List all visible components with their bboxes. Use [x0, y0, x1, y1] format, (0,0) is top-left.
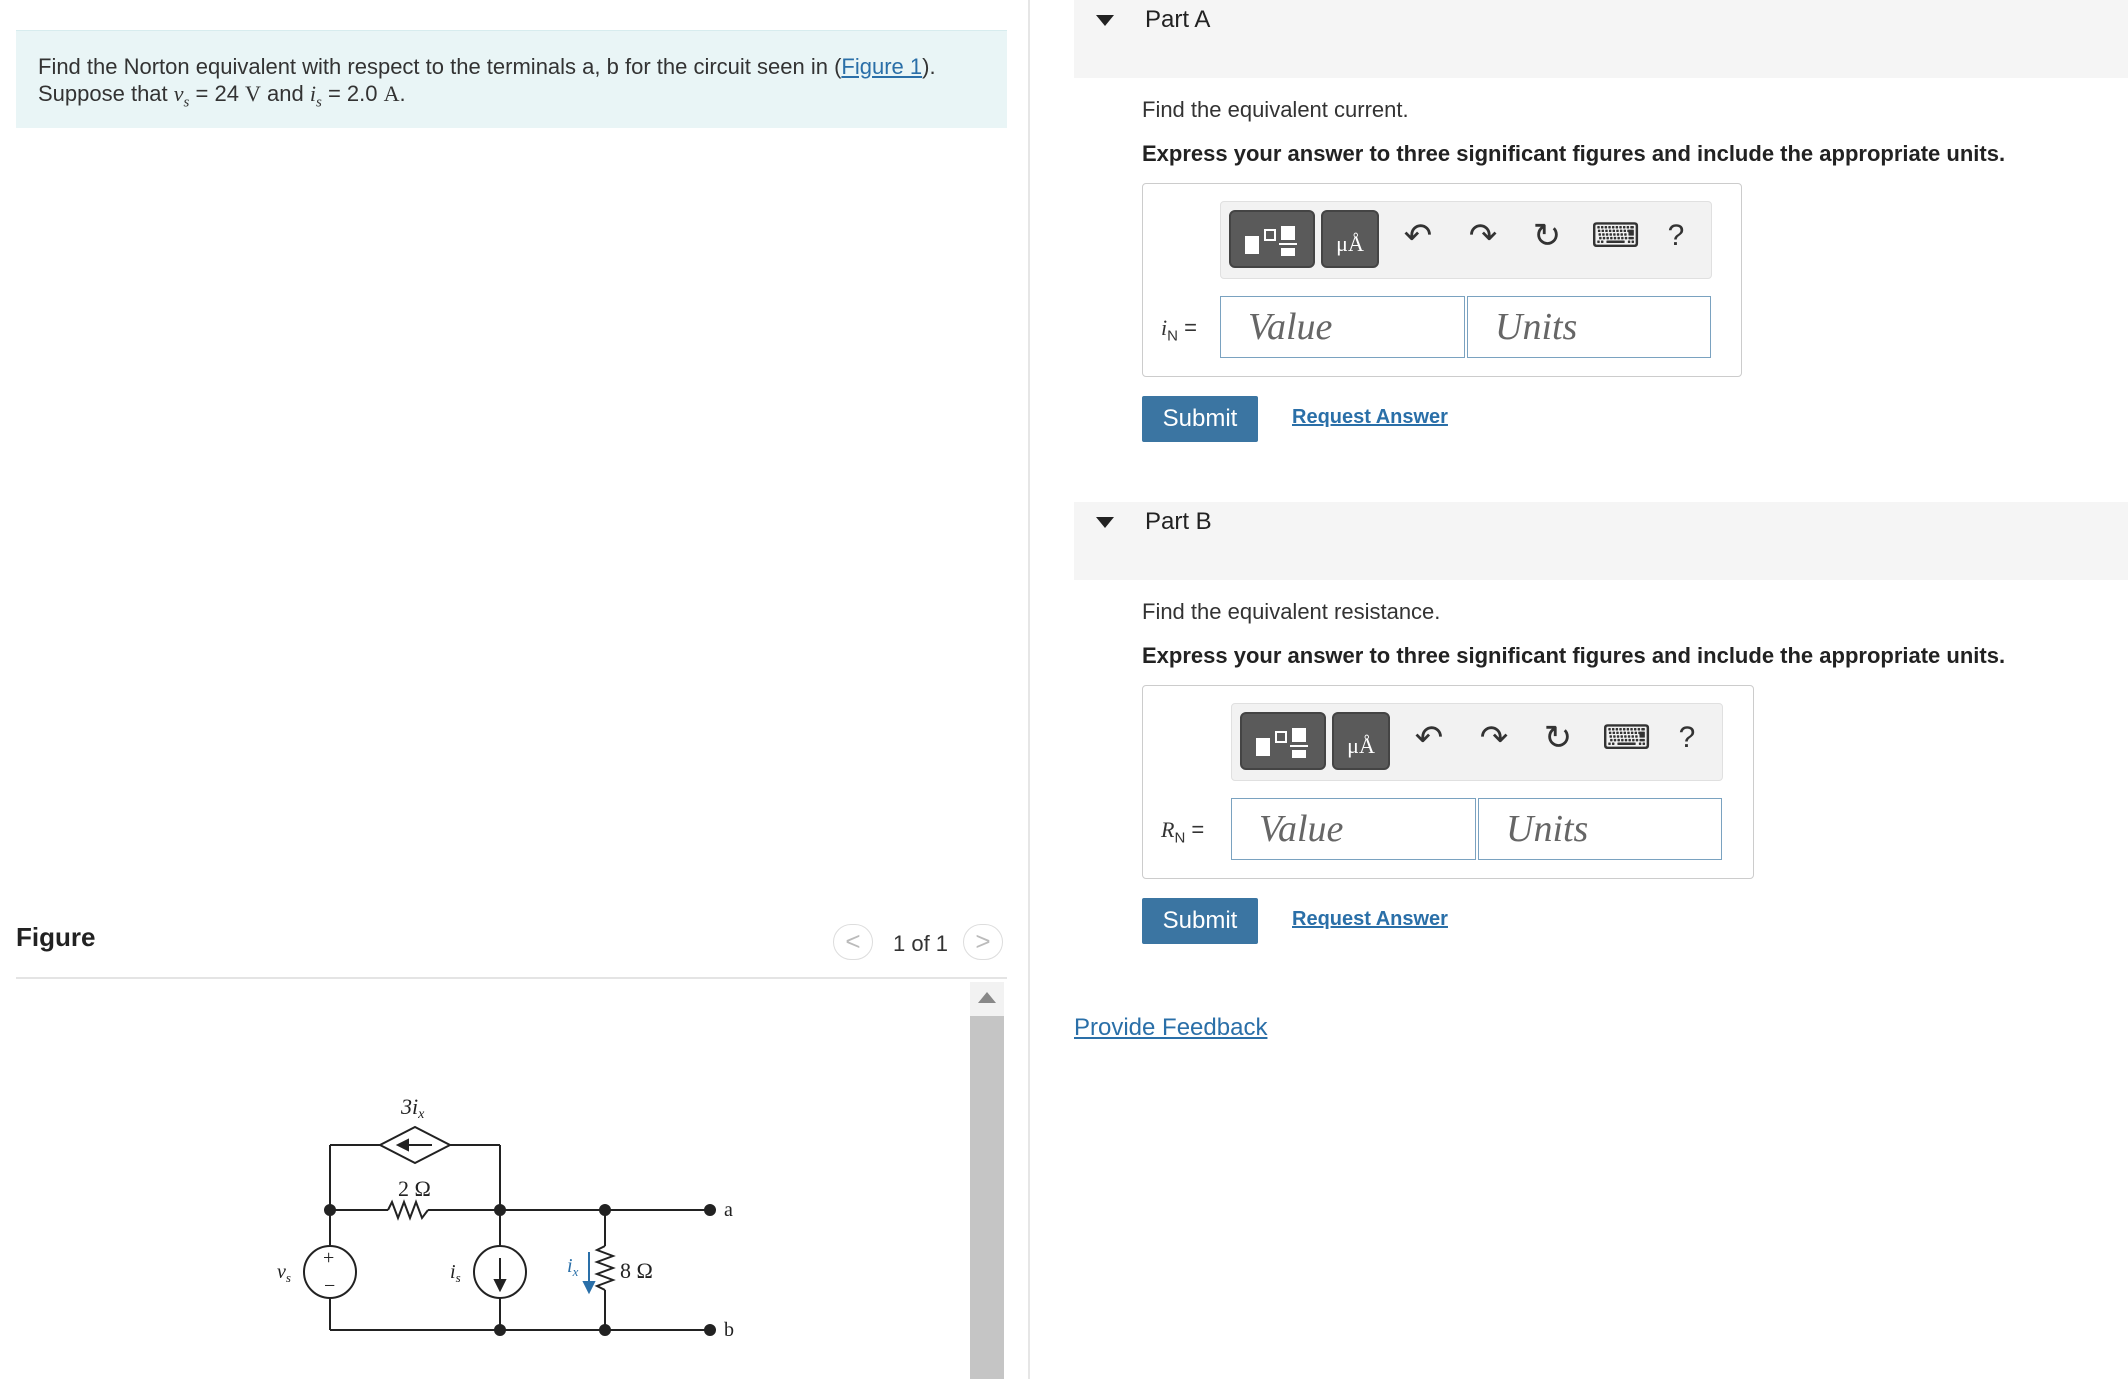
- scroll-up-arrow-icon[interactable]: [978, 992, 996, 1003]
- vs-symbol: v: [173, 81, 184, 106]
- units-input[interactable]: Units: [1467, 296, 1711, 358]
- end-text: .: [399, 81, 406, 106]
- value-input[interactable]: Value: [1231, 798, 1476, 860]
- resistor-8ohm: [594, 1245, 616, 1291]
- collapse-caret-icon[interactable]: [1096, 517, 1114, 528]
- value-input[interactable]: Value: [1220, 296, 1465, 358]
- var-symbol: R: [1161, 817, 1175, 842]
- figure-scrollbar-thumb[interactable]: [970, 1016, 1004, 1379]
- part-b-submit-button[interactable]: Submit: [1142, 898, 1258, 944]
- r1-label: 2 Ω: [398, 1176, 431, 1201]
- reset-icon[interactable]: ↻: [1538, 718, 1578, 758]
- help-icon[interactable]: ?: [1656, 216, 1696, 256]
- var-sub: N: [1174, 829, 1186, 847]
- part-b-answer-box: μÅ ↶ ↷ ↻ ⌨ ? RN = Value Units: [1142, 685, 1754, 879]
- terminal-b-label: b: [724, 1319, 734, 1341]
- in-label: iN =: [1161, 315, 1197, 344]
- r2-label: 8 Ω: [620, 1258, 653, 1283]
- node-dot: [599, 1204, 611, 1216]
- math-toolbar: μÅ ↶ ↷ ↻ ⌨ ?: [1220, 201, 1712, 279]
- undo-icon[interactable]: ↶: [1409, 718, 1449, 758]
- part-a-title: Part A: [1145, 6, 1211, 33]
- undo-icon[interactable]: ↶: [1398, 216, 1438, 256]
- circuit-diagram: 3ix 2 Ω vs + − is ix 8 Ω a b: [277, 1094, 734, 1341]
- resistor-2ohm: [387, 1199, 429, 1221]
- redo-icon[interactable]: ↷: [1463, 216, 1503, 256]
- is-label: is: [450, 1261, 461, 1285]
- plus-label: +: [323, 1247, 334, 1269]
- var-sub: N: [1167, 327, 1178, 345]
- node-dot: [599, 1324, 611, 1336]
- provide-feedback-link[interactable]: Provide Feedback: [1074, 1014, 1267, 1042]
- problem-line2: Suppose that: [38, 81, 174, 106]
- terminal-b-dot: [704, 1324, 716, 1336]
- prev-figure-button[interactable]: <: [833, 924, 873, 960]
- units-input[interactable]: Units: [1478, 798, 1722, 860]
- equals-sign: =: [1185, 817, 1205, 842]
- problem-text-end: ).: [922, 54, 936, 79]
- help-icon[interactable]: ?: [1667, 718, 1707, 758]
- keyboard-icon[interactable]: ⌨: [1591, 216, 1640, 256]
- ix-label: ix: [567, 1255, 579, 1279]
- part-b-request-answer-link[interactable]: Request Answer: [1292, 908, 1448, 931]
- is-unit: A: [383, 81, 400, 106]
- part-a-request-answer-link[interactable]: Request Answer: [1292, 406, 1448, 429]
- part-a-header[interactable]: Part A: [1074, 0, 2128, 78]
- figure-divider: [16, 977, 1007, 979]
- dep-arrowhead: [395, 1138, 409, 1152]
- part-b-question: Find the equivalent resistance.: [1142, 599, 1441, 624]
- templates-button[interactable]: [1240, 712, 1326, 770]
- math-toolbar: μÅ ↶ ↷ ↻ ⌨ ?: [1231, 703, 1723, 781]
- node-dot: [494, 1204, 506, 1216]
- collapse-caret-icon[interactable]: [1096, 15, 1114, 26]
- units-button[interactable]: μÅ: [1321, 210, 1379, 268]
- problem-text: Find the Norton equivalent with respect …: [38, 54, 842, 79]
- figure-pager-text: 1 of 1: [893, 931, 949, 956]
- problem-statement: Find the Norton equivalent with respect …: [16, 30, 1007, 128]
- redo-icon[interactable]: ↷: [1474, 718, 1514, 758]
- part-a-submit-button[interactable]: Submit: [1142, 396, 1258, 442]
- part-b-title: Part B: [1145, 508, 1212, 535]
- keyboard-icon[interactable]: ⌨: [1602, 718, 1651, 758]
- equals-sign: =: [1177, 315, 1197, 340]
- terminal-a-label: a: [724, 1199, 733, 1221]
- vs-unit: V: [245, 81, 261, 106]
- minus-label: −: [324, 1275, 335, 1297]
- part-a-instruction: Express your answer to three significant…: [1142, 141, 2006, 166]
- reset-icon[interactable]: ↻: [1527, 216, 1567, 256]
- part-b-instruction: Express your answer to three significant…: [1142, 643, 2006, 668]
- is-arrowhead: [493, 1279, 507, 1293]
- dep-source-label: 3ix: [400, 1094, 425, 1122]
- vs-label: vs: [277, 1261, 291, 1285]
- templates-button[interactable]: [1229, 210, 1315, 268]
- is-value: = 2.0: [321, 81, 384, 106]
- pane-divider: [1028, 0, 1030, 1379]
- vs-value: = 24: [189, 81, 246, 106]
- part-a-answer-box: μÅ ↶ ↷ ↻ ⌨ ? iN = Value Units: [1142, 183, 1742, 377]
- terminal-a-dot: [704, 1204, 716, 1216]
- templates-icon: [1245, 226, 1297, 256]
- figure-link[interactable]: Figure 1: [841, 54, 922, 79]
- ix-arrowhead: [582, 1281, 596, 1295]
- figure-title: Figure: [16, 922, 96, 952]
- templates-icon: [1256, 728, 1308, 758]
- units-button[interactable]: μÅ: [1332, 712, 1390, 770]
- and-text: and: [260, 81, 310, 106]
- part-b-header[interactable]: Part B: [1074, 502, 2128, 580]
- part-a-question: Find the equivalent current.: [1142, 97, 1409, 122]
- rn-label: RN =: [1161, 817, 1204, 846]
- node-dot: [324, 1204, 336, 1216]
- node-dot: [494, 1324, 506, 1336]
- next-figure-button[interactable]: >: [963, 924, 1003, 960]
